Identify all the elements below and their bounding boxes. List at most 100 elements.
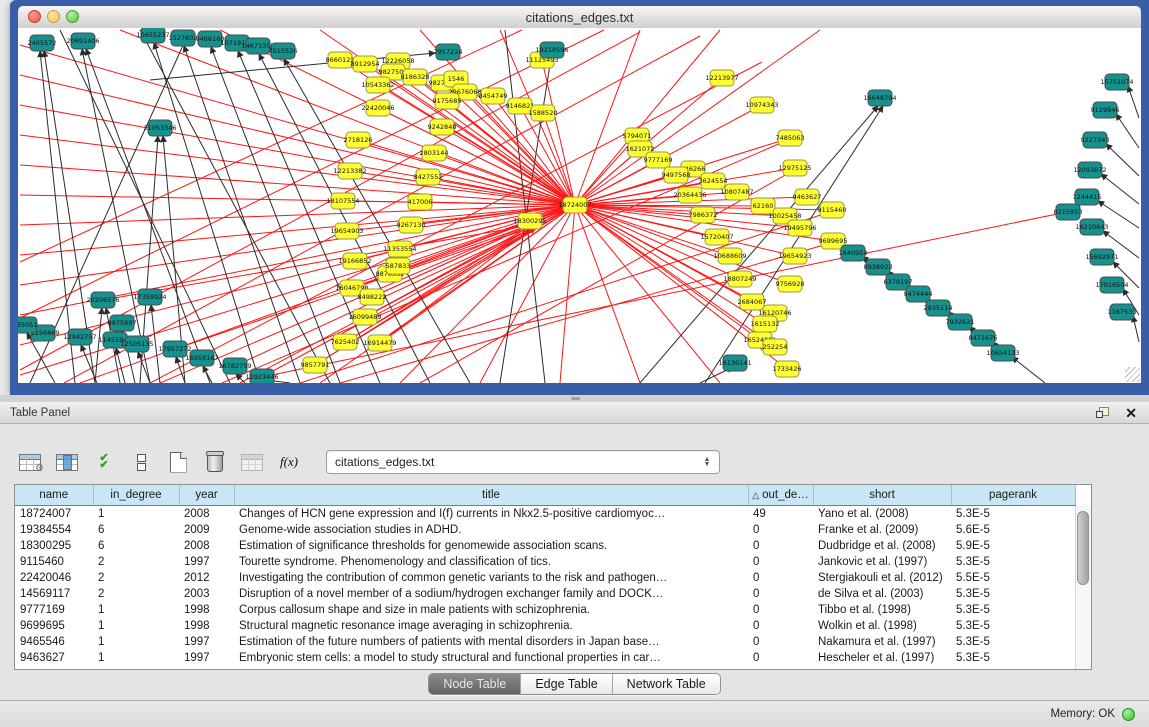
graph-node[interactable]: 20364436	[673, 187, 706, 203]
table-select[interactable]: citations_edges.txt ▲▼	[326, 450, 720, 474]
table-row[interactable]: 1456911722003Disruption of a novel membe…	[15, 586, 1075, 602]
graph-node[interactable]: 15692971	[1085, 249, 1118, 265]
tab-edge-table[interactable]: Edge Table	[521, 674, 612, 694]
graph-edge[interactable]	[575, 149, 640, 205]
graph-node[interactable]: 10974343	[745, 97, 778, 113]
graph-node[interactable]: 19654903	[330, 223, 363, 239]
graph-edge[interactable]	[184, 46, 300, 383]
graph-edge[interactable]	[1133, 316, 1139, 342]
close-panel-icon[interactable]: ✕	[1125, 406, 1137, 420]
graph-node[interactable]: 8471676	[969, 330, 998, 346]
table-row[interactable]: 1872400712008Changes of HCN gene express…	[15, 506, 1075, 523]
graph-edge[interactable]	[358, 140, 575, 205]
table-settings-button[interactable]: ⚙	[16, 448, 44, 476]
graph-node[interactable]: 12213382	[333, 163, 366, 179]
table-row[interactable]: 969969511998Structural magnetic resonanc…	[15, 618, 1075, 634]
column-header[interactable]: short	[813, 485, 951, 506]
graph-node[interactable]: 10807487	[720, 184, 753, 200]
graph-edge[interactable]	[116, 348, 125, 383]
create-table-button[interactable]	[164, 448, 192, 476]
graph-node[interactable]: 7485063	[776, 130, 805, 146]
graph-node[interactable]: 2405572	[28, 35, 57, 51]
graph-node[interactable]: 9975887	[108, 315, 137, 331]
graph-node[interactable]: 9756928	[776, 276, 805, 292]
graph-node[interactable]: 9129946	[1091, 102, 1120, 118]
graph-node[interactable]: 585051	[18, 317, 37, 333]
graph-node[interactable]: 252254	[763, 339, 788, 355]
network-graph[interactable]: 1872400718300295866012389129541222605898…	[18, 28, 1141, 383]
graph-edge[interactable]	[81, 345, 97, 383]
graph-node[interactable]: 10654133	[986, 345, 1019, 361]
graph-node[interactable]: 1733426	[773, 361, 802, 377]
graph-node[interactable]: 18300295	[513, 213, 546, 229]
graph-node[interactable]: 12923446	[245, 369, 278, 383]
graph-node[interactable]: 8186328	[401, 69, 430, 85]
window-titlebar[interactable]: citations_edges.txt	[18, 6, 1141, 29]
graph-edge[interactable]	[340, 243, 831, 383]
graph-edge[interactable]	[103, 224, 537, 300]
graph-node[interactable]: 9175685	[433, 93, 462, 109]
graph-node[interactable]: 18724007	[558, 197, 591, 213]
table-row[interactable]: 977716911998Corpus callosum shape and si…	[15, 602, 1075, 618]
graph-edge[interactable]	[138, 352, 150, 383]
graph-edge[interactable]	[1101, 174, 1139, 204]
graph-node[interactable]: 19654923	[778, 248, 811, 264]
graph-edge[interactable]	[1012, 357, 1045, 383]
splitter-handle-icon[interactable]	[571, 397, 580, 400]
graph-node[interactable]: 9497568	[662, 167, 691, 183]
graph-node[interactable]: 9227343	[1081, 132, 1110, 148]
table-row[interactable]: 911546021997Tourette syndrome. Phenomeno…	[15, 554, 1075, 570]
graph-node[interactable]: 2935114	[924, 300, 953, 316]
graph-node[interactable]: 8454749	[479, 88, 508, 104]
graph-node[interactable]: 16958167	[185, 350, 218, 366]
graph-node[interactable]: 12093872	[1073, 162, 1106, 178]
graph-node[interactable]: 16782759	[218, 358, 251, 374]
graph-node[interactable]: 417006	[408, 194, 433, 210]
graph-node[interactable]: 10688609	[713, 248, 746, 264]
graph-edge[interactable]	[560, 205, 575, 383]
panel-splitter[interactable]	[0, 395, 1149, 402]
graph-node[interactable]: 20206576	[86, 292, 119, 308]
graph-node[interactable]: 19495796	[783, 220, 816, 236]
graph-node[interactable]: 20691406	[66, 33, 99, 49]
graph-node[interactable]: 19166852	[338, 253, 371, 269]
tab-node-table[interactable]: Node Table	[429, 674, 521, 694]
table-row[interactable]: 1938455462009Genome-wide association stu…	[15, 522, 1075, 538]
table-row[interactable]: 946554611997Estimation of the future num…	[15, 634, 1075, 650]
graph-node[interactable]: 7625402	[331, 334, 360, 350]
graph-node[interactable]: 15720407	[700, 229, 733, 245]
table-row[interactable]: 2242004622012Investigating the contribut…	[15, 570, 1075, 586]
graph-edge[interactable]	[95, 308, 102, 383]
column-header[interactable]: △out_de…	[748, 485, 813, 506]
graph-node[interactable]: 10543362	[361, 77, 394, 93]
graph-node[interactable]: 587833	[386, 258, 411, 274]
column-header[interactable]: title	[234, 485, 748, 506]
graph-edge[interactable]	[575, 192, 737, 205]
graph-edge[interactable]	[1116, 114, 1139, 148]
graph-node[interactable]: 18807249	[723, 271, 756, 287]
zoom-window-button[interactable]	[66, 10, 79, 23]
import-table-button[interactable]	[238, 448, 266, 476]
graph-node[interactable]: 1640954	[839, 245, 868, 261]
graph-node[interactable]: 1244415	[1073, 189, 1102, 205]
graph-edge[interactable]	[1128, 86, 1139, 118]
table-row[interactable]: 946362711997Embryonic stem cells: a mode…	[15, 650, 1075, 666]
column-header[interactable]: in_degree	[93, 485, 179, 506]
graph-node[interactable]: 8427552	[414, 169, 443, 185]
graph-edge[interactable]	[203, 366, 212, 383]
tab-network-table[interactable]: Network Table	[613, 674, 720, 694]
network-canvas[interactable]: 1872400718300295866012389129541222605898…	[18, 28, 1141, 383]
graph-node[interactable]: 17359924	[133, 289, 166, 305]
graph-node[interactable]: 7932621	[946, 314, 975, 330]
graph-node[interactable]: 10655237	[136, 28, 169, 43]
show-columns-button[interactable]	[53, 448, 81, 476]
graph-node[interactable]: 16648794	[863, 90, 896, 106]
graph-node[interactable]: 12213977	[705, 70, 738, 86]
delete-table-button[interactable]	[201, 448, 229, 476]
graph-node[interactable]: 7986372	[689, 207, 718, 223]
graph-node[interactable]: 8912954	[351, 56, 380, 72]
table-scrollbar[interactable]	[1075, 506, 1091, 669]
graph-node[interactable]: 3624554	[699, 173, 728, 189]
graph-node[interactable]: 9777169	[644, 152, 673, 168]
unselect-all-button[interactable]	[127, 448, 155, 476]
